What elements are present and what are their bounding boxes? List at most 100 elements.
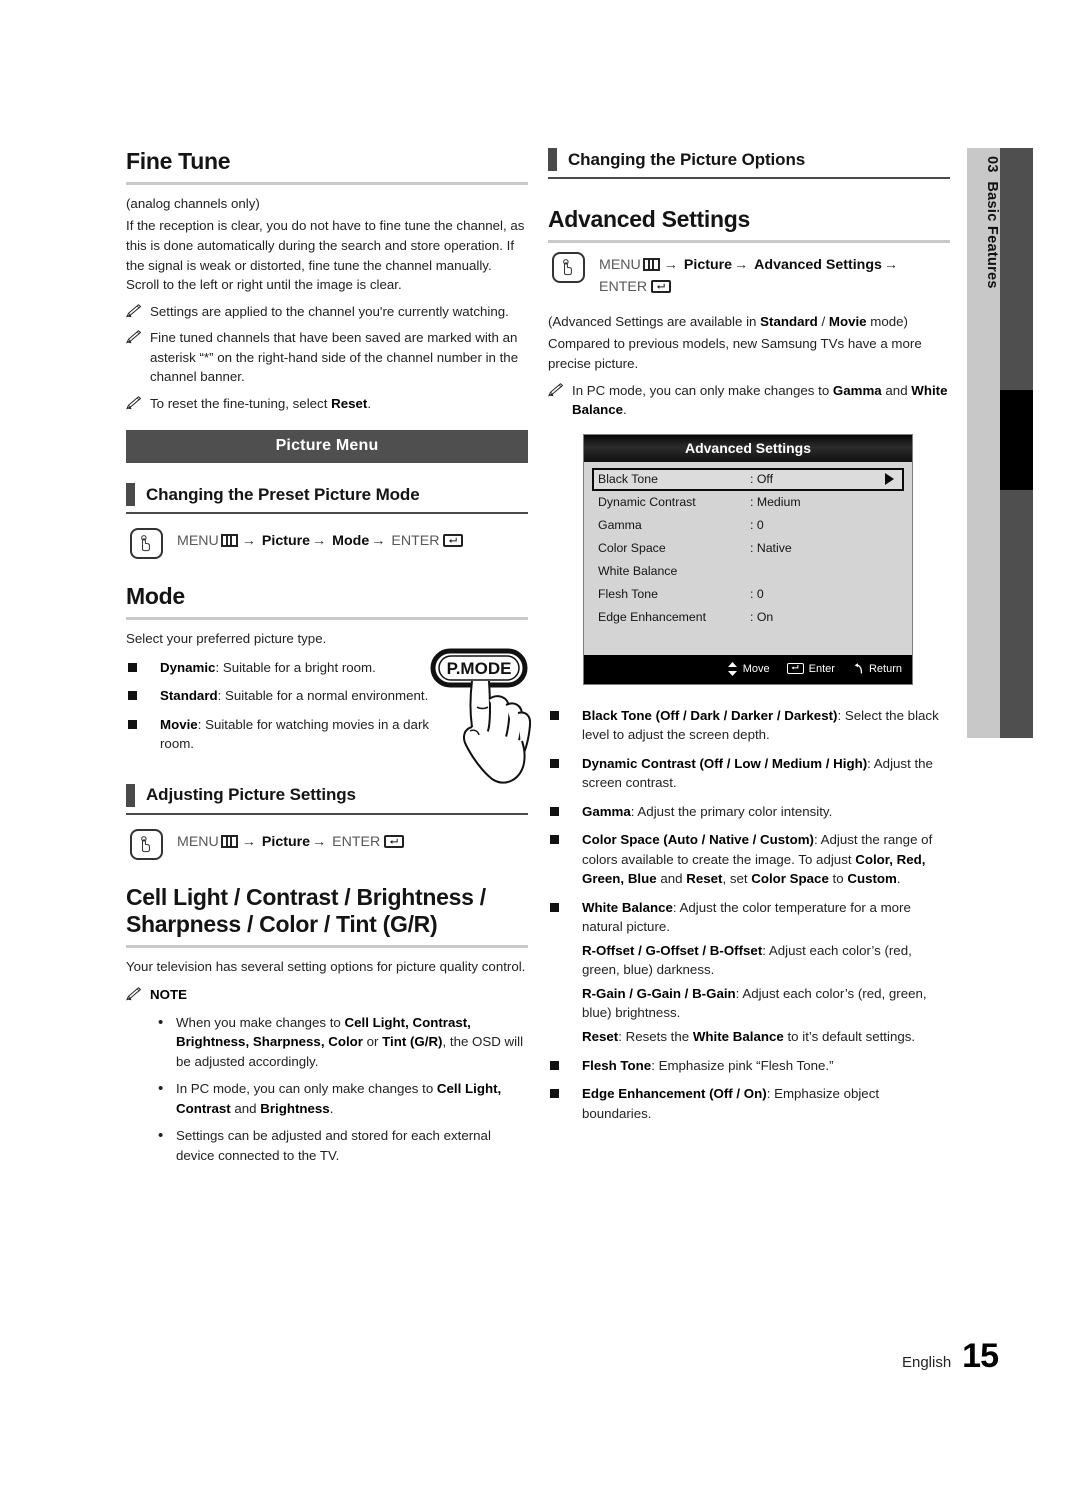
note-text: Fine tuned channels that have been saved… xyxy=(150,330,519,385)
menu-path-advanced-settings: MENU → Picture → Advanced Settings → ENTER xyxy=(552,251,950,298)
osd-row-label: Color Space xyxy=(598,541,666,556)
menu-step: Picture xyxy=(261,833,311,850)
osd-row[interactable]: Dynamic Contrast : Medium xyxy=(592,491,904,514)
note-item: In PC mode, you can only make changes to… xyxy=(548,381,950,420)
osd-row[interactable]: Color Space : Native xyxy=(592,537,904,560)
osd-hint-enter: Enter xyxy=(786,662,835,675)
list-item-desc: : Adjust the primary color intensity. xyxy=(630,803,833,819)
osd-hint-return: Return xyxy=(852,663,902,675)
list-subitem: Reset: Resets the White Balance to it’s … xyxy=(582,1029,916,1044)
section-heading-picture-options: Changing the Picture Options xyxy=(548,148,950,179)
chevron-right-icon xyxy=(885,473,894,486)
enter-key-icon xyxy=(384,834,405,848)
osd-row-value: : Native xyxy=(750,541,792,556)
list-item: Gamma: Adjust the primary color intensit… xyxy=(548,802,950,822)
language-label: English xyxy=(901,1354,952,1371)
chapter-tab-label: 03 Basic Features xyxy=(967,156,1000,289)
page-title-cell-light: Cell Light / Contrast / Brightness / Shar… xyxy=(126,884,528,945)
osd-row-label: Edge Enhancement xyxy=(598,610,707,625)
osd-row-selected[interactable]: Black Tone : Off xyxy=(592,467,904,491)
list-item-term: White Balance xyxy=(582,899,673,915)
menu-path-text: MENU → Picture → ENTER xyxy=(177,829,405,853)
list-item: Black Tone (Off / Dark / Darker / Darkes… xyxy=(548,706,950,745)
divider xyxy=(548,239,950,243)
osd-advanced-settings-panel: Advanced Settings Black Tone : Off Dynam… xyxy=(583,433,913,685)
note-text: To reset the fine-tuning, select Reset. xyxy=(150,395,372,411)
list-item-desc: : Suitable for a normal environment. xyxy=(217,688,429,704)
mode-intro: Select your preferred picture type. xyxy=(126,631,327,647)
press-button-icon xyxy=(130,528,163,560)
list-item-desc: : Suitable for watching movies in a dark… xyxy=(160,716,430,752)
note-item: To reset the fine-tuning, select Reset. xyxy=(126,394,528,414)
menu-step: Advanced Settings xyxy=(754,256,882,273)
osd-hint-move: Move xyxy=(727,661,770,676)
menu-path-text: MENU → Picture → Mode → ENTER xyxy=(177,528,464,552)
osd-row[interactable]: Edge Enhancement : On xyxy=(592,606,904,629)
note-bullet: In PC mode, you can only make changes to… xyxy=(156,1078,528,1118)
list-item: Dynamic Contrast (Off / Low / Medium / H… xyxy=(548,754,950,793)
chapter-number: 03 xyxy=(984,156,1000,173)
pencil-icon xyxy=(126,395,142,410)
p-mode-label: P.MODE xyxy=(447,659,512,678)
page-footer: English 15 xyxy=(901,1337,999,1376)
pencil-icon xyxy=(126,303,142,318)
list-item: Dynamic: Suitable for a bright room. xyxy=(126,658,450,678)
menu-label: MENU xyxy=(599,256,641,273)
osd-row[interactable]: White Balance xyxy=(592,560,904,583)
list-subitem: R-Gain / G-Gain / B-Gain: Adjust each co… xyxy=(582,984,950,1023)
menu-bars-icon xyxy=(642,257,660,271)
list-item-term: Movie xyxy=(160,716,198,732)
menu-step: Mode xyxy=(332,533,370,550)
press-button-icon xyxy=(552,251,585,283)
osd-hint-enter-label: Enter xyxy=(808,662,835,675)
menu-label: MENU xyxy=(177,833,219,850)
heading-text: Changing the Preset Picture Mode xyxy=(146,484,420,504)
menu-step: Picture xyxy=(261,533,311,550)
chapter-index-marker xyxy=(1000,390,1033,490)
heading-marker xyxy=(548,148,557,171)
pencil-icon xyxy=(548,382,564,396)
note-bullet: Settings can be adjusted and stored for … xyxy=(156,1125,528,1165)
note-text: Settings are applied to the channel you'… xyxy=(150,303,509,319)
osd-row[interactable]: Gamma : 0 xyxy=(592,514,904,537)
heading-text: Adjusting Picture Settings xyxy=(146,785,356,805)
list-item-desc: : Emphasize pink “Flesh Tone.” xyxy=(651,1057,834,1073)
fine-tune-subtitle: (analog channels only) xyxy=(126,195,260,211)
osd-row-label: White Balance xyxy=(598,564,678,579)
osd-footer-hints: Move Enter Return xyxy=(584,654,912,684)
list-subitem: R-Offset / G-Offset / B-Offset: Adjust e… xyxy=(582,941,950,980)
list-subitem-term: R-Gain / G-Gain / B-Gain xyxy=(582,985,736,1001)
divider xyxy=(126,944,528,948)
list-item: Color Space (Auto / Native / Custom): Ad… xyxy=(548,830,950,889)
list-item-term: Dynamic xyxy=(160,659,216,675)
osd-row-value: : 0 xyxy=(750,518,764,533)
heading-text: Changing the Picture Options xyxy=(568,149,806,169)
osd-hint-move-label: Move xyxy=(742,662,770,675)
list-item-term: Dynamic Contrast (Off / Low / Medium / H… xyxy=(582,755,868,771)
osd-hint-return-label: Return xyxy=(868,662,902,675)
right-column: Changing the Picture Options Advanced Se… xyxy=(548,148,950,1123)
enter-label: ENTER xyxy=(391,533,440,550)
advanced-settings-body: Compared to previous models, new Samsung… xyxy=(548,336,922,371)
osd-row-value: : On xyxy=(750,610,774,625)
menu-bars-icon xyxy=(220,534,238,548)
menu-bars-icon xyxy=(220,834,238,848)
fine-tune-body: If the reception is clear, you do not ha… xyxy=(126,218,525,293)
chapter-title: Basic Features xyxy=(984,181,1000,289)
osd-row-label: Black Tone xyxy=(598,472,658,487)
note-label: NOTE xyxy=(150,987,187,1003)
list-item-term: Gamma xyxy=(582,803,631,819)
menu-label: MENU xyxy=(177,533,219,550)
osd-row-label: Gamma xyxy=(598,518,642,533)
menu-path-text: MENU → Picture → Advanced Settings → ENTER xyxy=(599,256,899,295)
note-bullet: When you make changes to Cell Light, Con… xyxy=(156,1012,528,1072)
heading-line-1: Cell Light / Contrast / Brightness / xyxy=(126,883,486,910)
list-item-term: Color Space (Auto / Native / Custom) xyxy=(582,832,814,848)
list-item-term: Flesh Tone xyxy=(582,1057,652,1073)
divider xyxy=(126,617,528,621)
osd-row[interactable]: Flesh Tone : 0 xyxy=(592,583,904,606)
enter-key-icon xyxy=(443,534,464,548)
page-title-advanced-settings: Advanced Settings xyxy=(548,206,750,232)
note-list: When you make changes to Cell Light, Con… xyxy=(156,1012,528,1166)
osd-row-value: : Off xyxy=(750,472,774,487)
